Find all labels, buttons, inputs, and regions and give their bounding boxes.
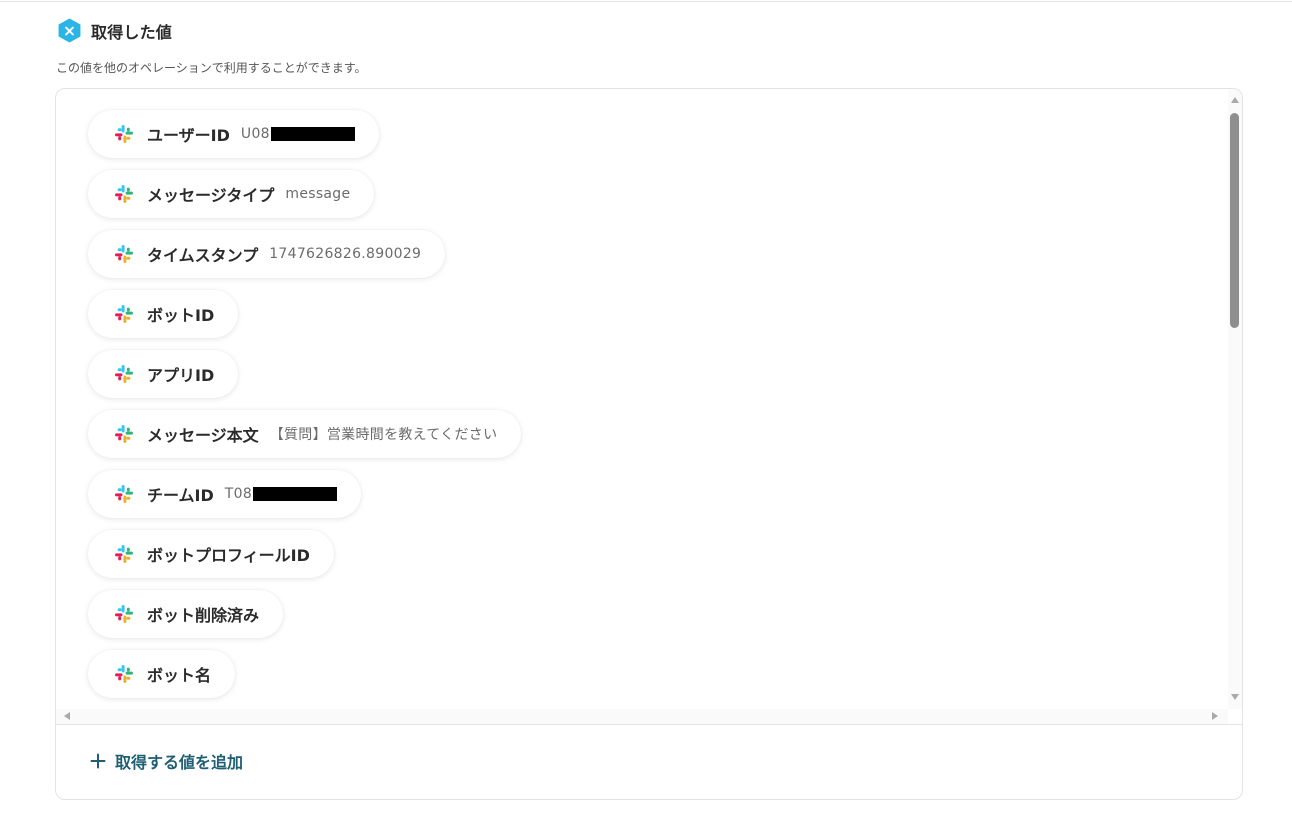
slack-icon (115, 605, 133, 623)
section-description: この値を他のオペレーションで利用することができます。 (56, 61, 367, 75)
scrollbar-thumb[interactable] (1230, 113, 1239, 328)
value-chip-label: ボット名 (147, 666, 212, 685)
value-chip-label: アプリID (147, 366, 215, 385)
value-chip-text: U08 (240, 126, 270, 142)
value-chip-value: U08 (241, 126, 355, 142)
values-panel: ユーザーID U08 メッセージタイプ message タイムスタンプ 1747626… (55, 88, 1243, 800)
value-chip-text: 1747626826.890029 (269, 246, 422, 262)
value-chip-value: 1747626826.890029 (269, 246, 421, 262)
slack-icon (115, 545, 133, 563)
slack-icon (115, 365, 133, 383)
value-chip-label: ボットプロフィールID (147, 546, 310, 565)
scroll-right-icon[interactable] (1212, 712, 1218, 720)
top-divider (0, 1, 1292, 2)
scroll-up-icon[interactable] (1231, 97, 1239, 103)
page-title: 取得した値 (91, 22, 173, 42)
value-chip[interactable]: アプリID (88, 350, 239, 398)
slack-icon (115, 485, 133, 503)
value-chip-label: ユーザーID (147, 126, 230, 145)
value-chip[interactable]: メッセージ本文 【質問】営業時間を教えてください (88, 410, 522, 458)
value-chip[interactable]: ボット名 (88, 650, 236, 698)
value-chip[interactable]: ボットID (88, 290, 239, 338)
value-chip-label: ボットID (147, 306, 215, 325)
slack-icon (115, 665, 133, 683)
slack-icon (115, 185, 133, 203)
value-chip-value: 【質問】営業時間を教えてください (270, 424, 498, 444)
value-chip[interactable]: ボット削除済み (88, 590, 284, 638)
slack-icon (115, 305, 133, 323)
value-chip-value: message (285, 186, 350, 202)
value-chip-text: T08 (224, 486, 253, 502)
value-chip-label: メッセージタイプ (147, 186, 275, 205)
section-header: 取得した値 (57, 18, 172, 43)
value-chip-label: タイムスタンプ (147, 246, 259, 265)
value-chip[interactable]: タイムスタンプ 1747626826.890029 (88, 230, 446, 278)
value-chip[interactable]: メッセージタイプ message (88, 170, 375, 218)
slack-icon (115, 425, 133, 443)
add-value-button[interactable]: 取得する値を追加 (90, 749, 243, 773)
redacted-block (270, 127, 355, 141)
plus-icon (90, 753, 106, 769)
slack-icon (115, 245, 133, 263)
value-chip-label: メッセージ本文 (147, 426, 259, 445)
value-chip-label: ボット削除済み (147, 606, 260, 625)
vertical-scrollbar[interactable] (1228, 89, 1242, 709)
value-chip-value: T08 (224, 486, 338, 502)
x-hexagon-icon (58, 18, 81, 43)
value-chip-label: チームID (147, 486, 214, 505)
value-chip[interactable]: ユーザーID U08 (88, 110, 379, 158)
value-chip-text: message (285, 186, 351, 202)
add-value-label: 取得する値を追加 (115, 753, 244, 772)
scroll-left-icon[interactable] (64, 712, 70, 720)
slack-icon (115, 125, 133, 143)
values-list[interactable]: ユーザーID U08 メッセージタイプ message タイムスタンプ 1747626… (56, 89, 1228, 709)
footer-divider (56, 724, 1242, 725)
value-chip[interactable]: チームID T08 (88, 470, 362, 518)
redacted-block (253, 487, 338, 501)
horizontal-scrollbar[interactable] (56, 709, 1228, 724)
value-chip-text: 【質問】営業時間を教えてください (269, 427, 498, 443)
value-chip[interactable]: ボットプロフィールID (88, 530, 334, 578)
scroll-down-icon[interactable] (1231, 694, 1239, 700)
